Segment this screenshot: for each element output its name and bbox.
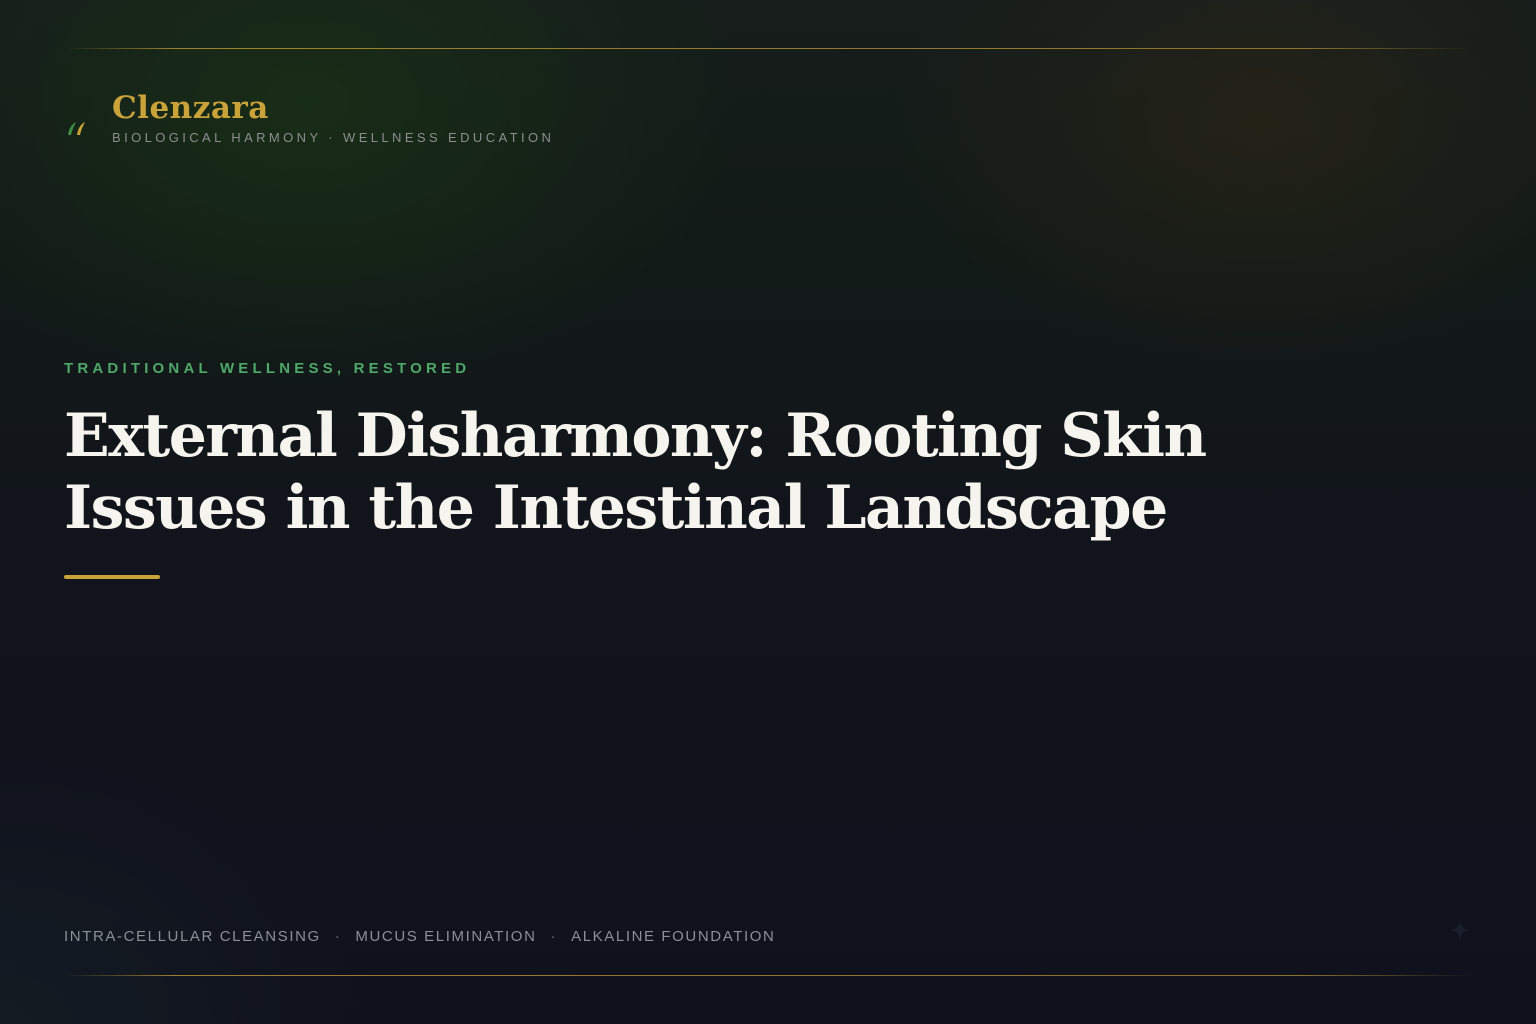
hero-eyebrow: TRADITIONAL WELLNESS, RESTORED	[64, 360, 471, 377]
sparkle-icon	[1450, 920, 1470, 940]
hero-headline: External Disharmony: Rooting Skin Issues…	[64, 401, 1207, 543]
pillar-item: INTRA-CELLULAR CLEANSING	[64, 928, 321, 945]
brand-header: Clenzara BIOLOGICAL HARMONY · WELLNESS E…	[64, 90, 554, 145]
brand-tagline: BIOLOGICAL HARMONY · WELLNESS EDUCATION	[112, 130, 555, 145]
pillar-separator: ·	[550, 928, 558, 945]
headline-accent-bar	[64, 575, 160, 579]
pillar-item: ALKALINE FOUNDATION	[571, 928, 776, 945]
leaf-sprout-icon	[68, 122, 85, 135]
brand-name: Clenzara	[112, 90, 269, 126]
pillar-item: MUCUS ELIMINATION	[355, 928, 537, 945]
pillars-list: INTRA-CELLULAR CLEANSING · MUCUS ELIMINA…	[64, 928, 775, 945]
pillar-separator: ·	[334, 928, 342, 945]
bottom-divider	[64, 975, 1472, 976]
top-divider	[64, 48, 1472, 49]
